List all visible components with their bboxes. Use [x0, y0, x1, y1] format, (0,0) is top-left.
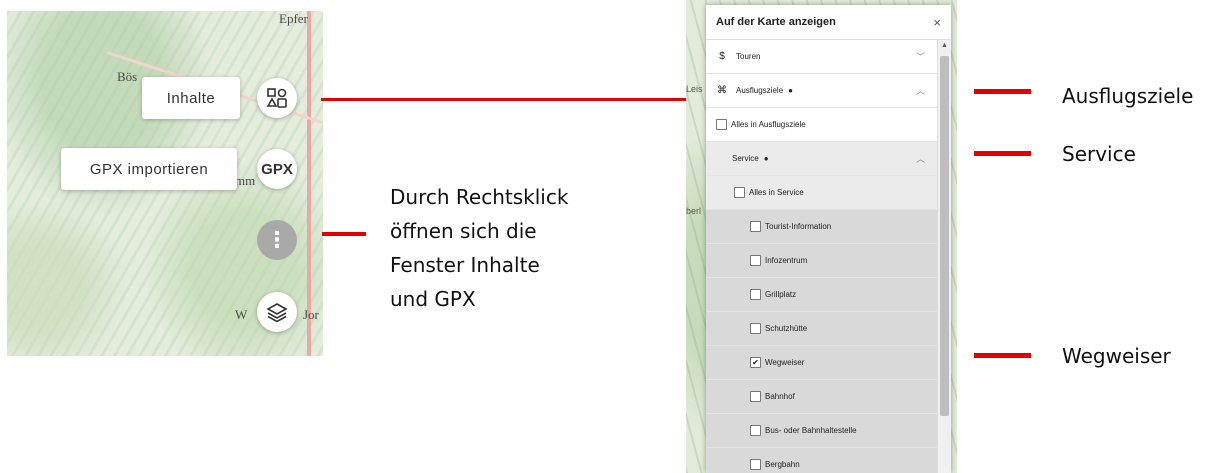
note-line: Fenster Inhalte	[390, 253, 540, 277]
row-label: Touren	[736, 52, 761, 61]
checkbox[interactable]	[750, 391, 761, 402]
layers-button[interactable]	[257, 292, 297, 332]
row-label: Alles in Service	[749, 188, 804, 197]
row-label: Schutzhütte	[765, 324, 808, 333]
map-road	[307, 11, 311, 356]
panel-header: Auf der Karte anzeigen ×	[706, 5, 951, 40]
row-label: Grillplatz	[765, 290, 797, 299]
checkbox[interactable]	[750, 289, 761, 300]
more-options-button[interactable]: ⋮	[257, 220, 297, 260]
connector-line	[974, 151, 1031, 156]
more-vertical-icon: ⋮	[266, 227, 288, 252]
connector-line	[322, 232, 366, 236]
place-label: mm	[235, 173, 256, 188]
layers-icon	[266, 303, 288, 323]
layer-list: $ Touren ﹀ ⌘ Ausflugsziele ● ︿ Alles in …	[706, 40, 937, 473]
row-label: Bahnhof	[765, 392, 795, 401]
chevron-up-icon: ︿	[915, 86, 925, 96]
row-label: Tourist-Information	[765, 222, 832, 231]
close-icon[interactable]: ×	[933, 15, 941, 30]
category-ausflugsziele[interactable]: ⌘ Ausflugsziele ● ︿	[706, 74, 937, 108]
checkbox[interactable]	[750, 459, 761, 470]
checkbox-row[interactable]: Grillplatz	[706, 278, 937, 312]
row-label: Wegweiser	[765, 358, 805, 367]
map-layers-panel: Auf der Karte anzeigen × $ Touren ﹀ ⌘ Au…	[706, 5, 951, 473]
checkbox[interactable]	[716, 119, 727, 130]
map-snippet: Epfer Bös mm W Jor Inhalte GPX importier…	[7, 11, 323, 356]
scrollbar[interactable]: ▲	[937, 40, 951, 473]
row-label: Bus- oder Bahnhaltestelle	[765, 426, 857, 435]
ausflugsziele-note: Ausflugsziele	[1062, 84, 1194, 108]
panel-body: $ Touren ﹀ ⌘ Ausflugsziele ● ︿ Alles in …	[706, 40, 951, 473]
checkbox-row[interactable]: Bergbahn	[706, 448, 937, 473]
note-line: und GPX	[390, 287, 476, 311]
row-label: Service	[732, 154, 759, 163]
checkbox-row[interactable]: Bus- oder Bahnhaltestelle	[706, 414, 937, 448]
wegweiser-note: Wegweiser	[1062, 344, 1171, 368]
poi-icon: ⌘	[717, 85, 727, 96]
chevron-up-icon: ︿	[915, 154, 925, 164]
row-label: Ausflugsziele	[736, 86, 784, 95]
active-dot: ●	[788, 86, 793, 95]
checkbox-row[interactable]: Alles in Service	[706, 176, 937, 210]
tour-icon: $	[719, 51, 725, 62]
row-label: Bergbahn	[765, 460, 800, 469]
right-click-note: Durch Rechtsklick öffnen sich die Fenste…	[390, 180, 568, 316]
checkbox-checked[interactable]: ✔	[750, 357, 761, 368]
active-dot: ●	[763, 154, 769, 163]
place-label: W	[235, 307, 248, 322]
gpx-import-tooltip: GPX importieren	[61, 148, 237, 190]
connector-line	[321, 98, 686, 101]
note-line: öffnen sich die	[390, 219, 537, 243]
row-label: Alles in Ausflugsziele	[731, 120, 806, 129]
category-service[interactable]: Service ● ︿	[706, 142, 937, 176]
gpx-button-label: GPX	[261, 160, 293, 178]
checkbox-row[interactable]: Alles in Ausflugsziele	[706, 108, 937, 142]
checkbox-row[interactable]: Bahnhof	[706, 380, 937, 414]
scroll-up-icon[interactable]: ▲	[941, 42, 948, 49]
note-line: Durch Rechtsklick	[390, 185, 569, 209]
gpx-button[interactable]: GPX	[257, 149, 297, 189]
connector-line	[974, 89, 1031, 94]
checkbox-row[interactable]: Infozentrum	[706, 244, 937, 278]
panel-title: Auf der Karte anzeigen	[716, 16, 836, 28]
inhalte-label: Inhalte	[166, 89, 216, 107]
scrollbar-thumb[interactable]	[940, 56, 949, 416]
service-note: Service	[1062, 142, 1136, 166]
content-icon	[266, 88, 287, 108]
gpx-import-label: GPX importieren	[89, 160, 209, 178]
checkbox[interactable]	[750, 323, 761, 334]
row-label: Infozentrum	[765, 256, 808, 265]
inhalte-tooltip: Inhalte	[142, 77, 240, 119]
checkbox[interactable]	[750, 425, 761, 436]
checkbox-row[interactable]: ✔ Wegweiser	[706, 346, 937, 380]
checkbox[interactable]	[750, 255, 761, 266]
place-label: Jor	[303, 307, 319, 322]
checkbox[interactable]	[750, 221, 761, 232]
content-button[interactable]	[257, 78, 297, 118]
chevron-down-icon: ﹀	[915, 52, 925, 62]
place-label: Bös	[117, 69, 138, 84]
checkbox[interactable]	[734, 187, 745, 198]
checkbox-row[interactable]: Schutzhütte	[706, 312, 937, 346]
checkbox-row[interactable]: Tourist-Information	[706, 210, 937, 244]
category-touren[interactable]: $ Touren ﹀	[706, 40, 937, 74]
place-label: Epfer	[279, 11, 308, 26]
connector-line	[974, 353, 1031, 358]
